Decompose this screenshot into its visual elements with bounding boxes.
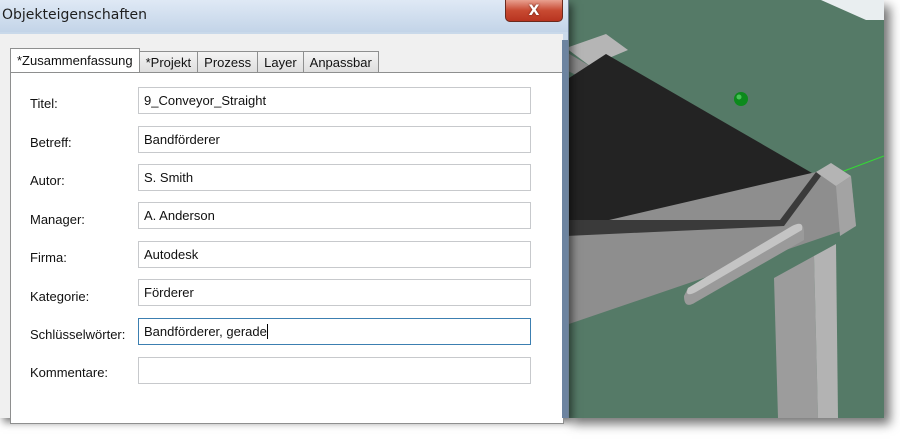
conveyor-model: [566, 0, 884, 418]
category-field[interactable]: Förderer: [138, 279, 531, 306]
label-manager: Manager:: [30, 212, 85, 227]
company-field[interactable]: Autodesk: [138, 241, 531, 268]
label-author: Autor:: [30, 173, 65, 188]
keywords-field[interactable]: Bandförderer, gerade: [138, 318, 531, 345]
label-title: Titel:: [30, 96, 58, 111]
dialog-client: *Zusammenfassung *Projekt Prozess Layer …: [0, 34, 564, 424]
label-keywords: Schlüsselwörter:: [30, 327, 126, 342]
subject-field[interactable]: Bandförderer: [138, 126, 531, 153]
tab-strip: *Zusammenfassung *Projekt Prozess Layer …: [10, 48, 379, 72]
close-button[interactable]: X: [505, 0, 563, 22]
title-field[interactable]: 9_Conveyor_Straight: [138, 87, 531, 114]
label-comments: Kommentare:: [30, 365, 109, 380]
text-caret: [266, 324, 268, 339]
label-category: Kategorie:: [30, 289, 90, 304]
green-sphere-marker: [734, 92, 748, 106]
title-bar[interactable]: Objekteigenschaften X: [0, 0, 568, 32]
tab-layer[interactable]: Layer: [257, 51, 304, 72]
summary-panel: Titel: 9_Conveyor_Straight Betreff: Band…: [10, 72, 564, 424]
tab-projekt[interactable]: *Projekt: [138, 51, 199, 72]
properties-dialog: Objekteigenschaften X *Zusammenfassung *…: [0, 0, 569, 424]
window-border-strip: [562, 40, 568, 418]
author-field[interactable]: S. Smith: [138, 164, 531, 191]
label-company: Firma:: [30, 250, 67, 265]
window-title: Objekteigenschaften: [2, 7, 147, 23]
close-icon: X: [528, 2, 540, 19]
comments-field[interactable]: [138, 357, 531, 384]
leg-front: [774, 256, 818, 418]
3d-viewport[interactable]: [566, 0, 884, 418]
viewcube-edge: [821, 0, 884, 20]
tab-prozess[interactable]: Prozess: [197, 51, 259, 72]
tab-anpassbar[interactable]: Anpassbar: [302, 51, 379, 72]
leg-side: [814, 244, 838, 418]
manager-field[interactable]: A. Anderson: [138, 202, 531, 229]
keywords-value: Bandförderer, gerade: [144, 324, 267, 339]
label-subject: Betreff:: [30, 135, 72, 150]
tab-zusammenfassung[interactable]: *Zusammenfassung: [10, 48, 140, 72]
